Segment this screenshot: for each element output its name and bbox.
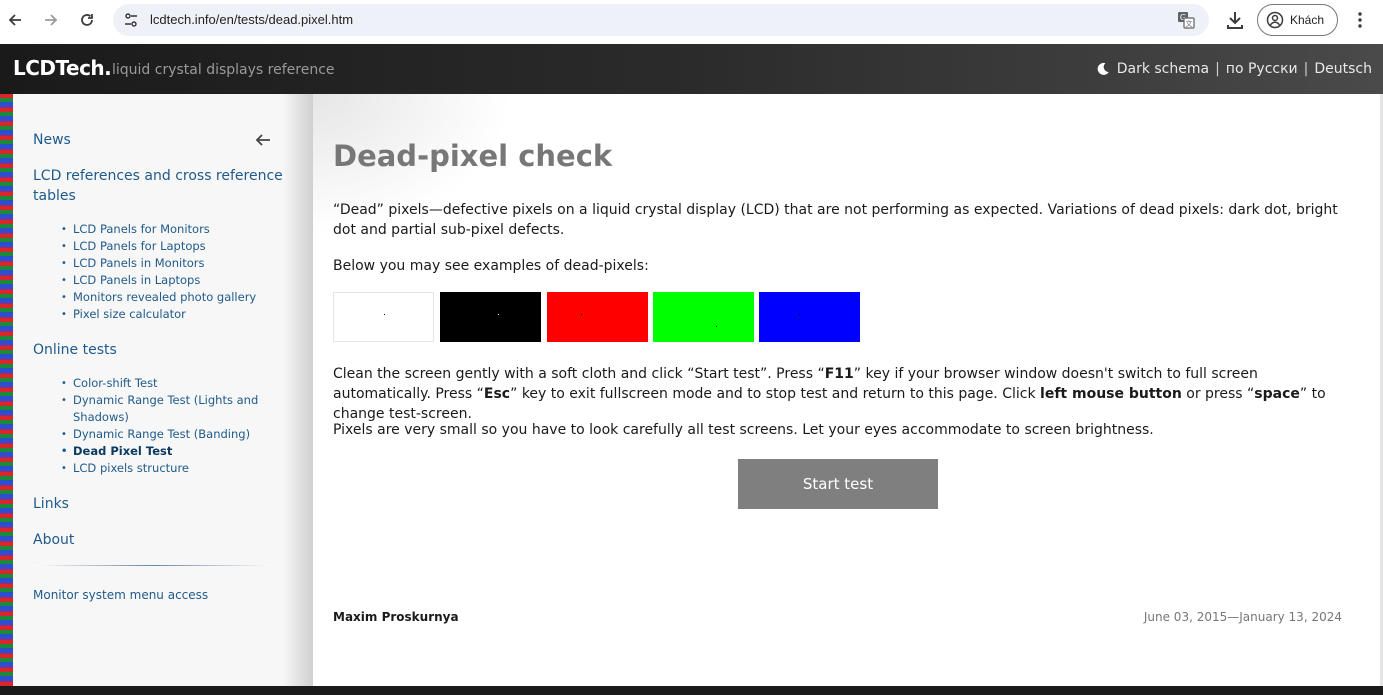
download-icon[interactable] <box>1224 8 1246 32</box>
separator: | <box>1215 61 1220 77</box>
sidebar-subitem[interactable]: LCD Panels for Monitors <box>61 221 210 238</box>
sidebar-subitem[interactable]: Pixel size calculator <box>61 306 186 323</box>
separator: | <box>1303 61 1309 77</box>
decorative-stripe <box>0 94 13 686</box>
examples-label: Below you may see examples of dead-pixel… <box>333 258 649 274</box>
sidebar-subitem-active[interactable]: Dead Pixel Test <box>61 443 172 460</box>
dark-schema-link[interactable]: Dark schema <box>1117 61 1209 77</box>
sidebar-item-about[interactable]: About <box>33 530 74 550</box>
sidebar-subitem[interactable]: Dynamic Range Test (Banding) <box>61 426 250 443</box>
profile-icon <box>1266 11 1284 29</box>
site-tagline: liquid crystal displays reference <box>112 62 335 78</box>
header-links: Dark schema | по Русски | Deutsch <box>1096 61 1372 77</box>
page-footer-bar <box>0 686 1383 695</box>
sidebar-subitem[interactable]: LCD Panels in Laptops <box>61 272 200 289</box>
deutsch-link[interactable]: Deutsch <box>1314 61 1372 77</box>
forward-icon[interactable] <box>39 8 63 32</box>
sidebar-subitem[interactable]: LCD pixels structure <box>61 460 189 477</box>
back-icon[interactable] <box>3 8 27 32</box>
swatch-blue <box>759 292 860 342</box>
arrow-left-icon[interactable] <box>255 132 271 148</box>
main-content: Dead-pixel check “Dead” pixels—defective… <box>313 94 1380 686</box>
russian-link[interactable]: по Русски <box>1226 61 1298 77</box>
tune-icon[interactable] <box>123 12 139 28</box>
sidebar-subitem[interactable]: Monitors revealed photo gallery <box>61 289 256 306</box>
sidebar-item-monitor-menu[interactable]: Monitor system menu access <box>33 585 208 605</box>
sidebar-divider <box>33 565 273 566</box>
sidebar-item-news[interactable]: News <box>33 130 71 150</box>
swatch-red <box>547 292 648 342</box>
author-name: Maxim Proskurnya <box>333 610 459 624</box>
menu-icon[interactable] <box>1350 8 1370 32</box>
svg-text:文: 文 <box>1186 19 1193 28</box>
site-header: LCDTech. liquid crystal displays referen… <box>0 44 1383 94</box>
sidebar-subitem[interactable]: LCD Panels for Laptops <box>61 238 206 255</box>
publication-dates: June 03, 2015—January 13, 2024 <box>1143 610 1342 624</box>
sidebar-subitem[interactable]: Dynamic Range Test (Lights and Shadows) <box>61 392 263 426</box>
swatch-white <box>333 292 434 342</box>
reload-icon[interactable] <box>75 8 99 32</box>
swatch-green <box>653 292 754 342</box>
instructions-paragraph: Clean the screen gently with a soft clot… <box>333 366 1326 422</box>
sidebar-item-online-tests[interactable]: Online tests <box>33 340 117 360</box>
moon-icon <box>1097 62 1109 75</box>
translate-icon[interactable]: G 文 <box>1177 11 1195 29</box>
sidebar-subitem[interactable]: Color-shift Test <box>61 375 158 392</box>
profile-button[interactable]: Khách <box>1257 4 1338 36</box>
sidebar: News LCD references and cross reference … <box>13 94 313 686</box>
sidebar-subitem[interactable]: LCD Panels in Monitors <box>61 255 205 272</box>
page-title: Dead-pixel check <box>333 139 613 173</box>
url-text[interactable]: lcdtech.info/en/tests/dead.pixel.htm <box>150 12 353 27</box>
browser-toolbar: lcdtech.info/en/tests/dead.pixel.htm G 文… <box>0 0 1383 44</box>
address-bar[interactable]: lcdtech.info/en/tests/dead.pixel.htm G 文 <box>113 4 1209 36</box>
sidebar-item-links[interactable]: Links <box>33 494 69 514</box>
start-test-button[interactable]: Start test <box>738 459 938 509</box>
intro-paragraph: “Dead” pixels—defective pixels on a liqu… <box>333 202 1338 238</box>
swatch-black <box>440 292 541 342</box>
site-logo[interactable]: LCDTech. <box>13 56 112 80</box>
profile-label: Khách <box>1290 13 1325 27</box>
accommodate-paragraph: Pixels are very small so you have to loo… <box>333 422 1154 438</box>
sidebar-item-lcd-references[interactable]: LCD references and cross reference table… <box>33 166 283 206</box>
